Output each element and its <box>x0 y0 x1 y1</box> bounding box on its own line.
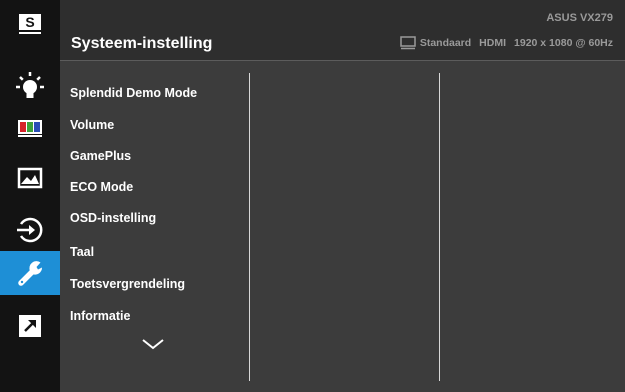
splendid-s-icon: S <box>19 14 41 34</box>
main-panel: Systeem-instelling ASUS VX279 Standaard … <box>60 0 625 392</box>
color-icon <box>18 120 42 137</box>
menu-item-splendid-demo-mode[interactable]: Splendid Demo Mode <box>70 86 197 100</box>
input-text: HDMI <box>479 37 507 49</box>
page-title: Systeem-instelling <box>71 35 213 52</box>
shortcut-icon <box>19 315 41 337</box>
osd-window: S Systeem-instelling ASUS VX279 Standaar… <box>0 0 625 392</box>
splendid-s-letter: S <box>25 14 34 30</box>
menu-item-gameplus[interactable]: GamePlus <box>70 149 131 163</box>
menu-item-eco-mode[interactable]: ECO Mode <box>70 180 133 194</box>
header-bar: Systeem-instelling ASUS VX279 Standaard … <box>60 0 625 61</box>
input-select-icon <box>17 217 43 243</box>
sidebar-item-brightness[interactable] <box>0 64 60 108</box>
model-name: ASUS VX279 <box>546 12 613 24</box>
status-line: Standaard HDMI 1920 x 1080 @ 60Hz <box>400 36 613 50</box>
menu-item-key-lock[interactable]: Toetsvergrendeling <box>70 277 185 291</box>
sidebar-item-image[interactable] <box>0 156 60 200</box>
menu-item-information[interactable]: Informatie <box>70 309 130 323</box>
resolution-text: 1920 x 1080 @ 60Hz <box>514 37 613 49</box>
monitor-icon <box>400 36 416 50</box>
mode-text: Standaard <box>419 37 472 49</box>
column-divider <box>249 73 250 381</box>
menu-item-volume[interactable]: Volume <box>70 118 114 132</box>
sidebar-item-system-setup[interactable] <box>0 251 60 295</box>
sidebar: S <box>0 0 60 392</box>
menu-item-language[interactable]: Taal <box>70 245 94 259</box>
sidebar-item-splendid[interactable]: S <box>0 2 60 46</box>
brightness-icon <box>16 72 44 98</box>
image-icon <box>17 167 43 189</box>
sidebar-item-color[interactable] <box>0 106 60 150</box>
chevron-down-icon[interactable] <box>141 338 165 350</box>
menu-item-osd-setup[interactable]: OSD-instelling <box>70 211 156 225</box>
column-divider <box>439 73 440 381</box>
sidebar-item-input[interactable] <box>0 208 60 252</box>
wrench-icon <box>18 261 43 286</box>
sidebar-item-shortcut[interactable] <box>0 304 60 348</box>
